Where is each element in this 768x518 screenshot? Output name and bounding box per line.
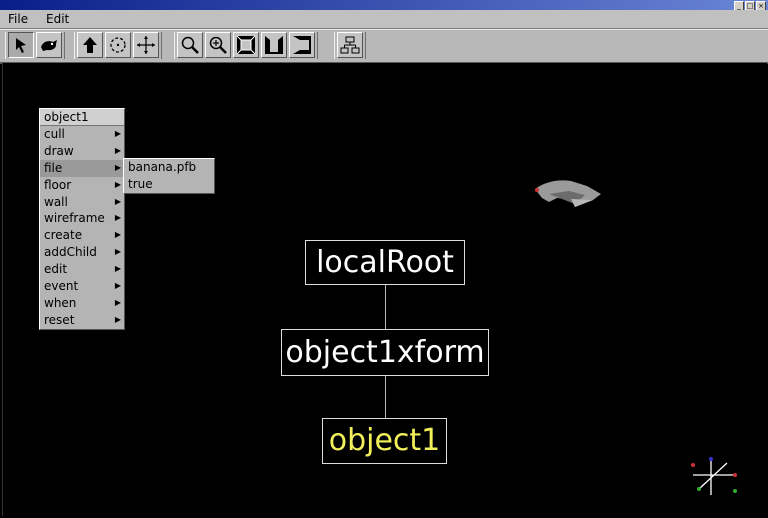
menu-bar: File Edit	[0, 10, 768, 29]
context-menu: object1 cull ▶ draw ▶ file ▶ floor ▶ wall ▶ w…	[39, 108, 125, 330]
title-bar: _ □ ×	[0, 0, 768, 11]
graph-edge	[385, 375, 386, 419]
scene-node-object1xform[interactable]: object1xform	[281, 329, 489, 376]
view-front-button[interactable]	[233, 32, 259, 58]
submenu-item-banana-pfb[interactable]: banana.pfb	[124, 159, 214, 176]
toolbar-group-graph	[334, 32, 366, 59]
menu-item-cull[interactable]: cull ▶	[40, 126, 124, 143]
menu-item-label: reset	[44, 312, 75, 327]
submenu-arrow-icon: ▶	[114, 129, 121, 138]
menu-item-label: wall	[44, 194, 68, 209]
view-perspective-button[interactable]	[261, 32, 287, 58]
select-arrow-icon	[16, 38, 26, 53]
submenu-arrow-icon: ▶	[114, 213, 121, 223]
toolbar-group-navigation-mode	[5, 32, 65, 59]
view-perspective-icon	[265, 36, 283, 54]
menu-edit[interactable]: Edit	[43, 11, 72, 27]
menu-item-create[interactable]: create ▶	[40, 227, 124, 244]
submenu-arrow-icon: ▶	[114, 314, 121, 324]
menu-item-label: cull	[44, 127, 65, 141]
submenu-arrow-icon: ▶	[114, 162, 121, 172]
toolbar-group-view	[174, 32, 318, 59]
menu-item-reset[interactable]: reset ▶	[40, 312, 124, 329]
menu-item-label: when	[44, 295, 77, 310]
scene-graph-icon	[340, 36, 360, 54]
menu-item-draw[interactable]: draw ▶	[40, 143, 124, 160]
axis-gizmo-icon	[691, 457, 737, 495]
menu-item-event[interactable]: event ▶	[40, 278, 124, 295]
toolbar	[0, 29, 768, 64]
submenu-arrow-icon: ▶	[114, 281, 121, 291]
submenu-item-true[interactable]: true	[124, 176, 214, 193]
submenu-arrow-icon: ▶	[114, 230, 121, 240]
scene-node-localroot[interactable]: localRoot	[305, 240, 465, 285]
menu-item-label: file	[44, 160, 63, 175]
fly-icon	[41, 40, 57, 51]
view-front-icon	[236, 35, 256, 55]
fly-tool-button[interactable]	[36, 32, 62, 58]
banana-model[interactable]	[531, 177, 603, 213]
zoom-icon	[181, 36, 199, 54]
menu-item-label: edit	[44, 262, 68, 277]
file-submenu: banana.pfb true	[123, 158, 215, 194]
toolbar-group-transform	[74, 32, 162, 59]
menu-item-addchild[interactable]: addChild ▶	[40, 244, 124, 261]
submenu-arrow-icon: ▶	[114, 264, 121, 274]
scene-graph-button[interactable]	[337, 32, 363, 58]
move-up-button[interactable]	[77, 32, 103, 58]
submenu-arrow-icon: ▶	[114, 297, 121, 307]
zoom-button[interactable]	[177, 32, 203, 58]
rotate-tool-button[interactable]	[105, 32, 131, 58]
view-side-icon	[293, 36, 311, 54]
menu-file[interactable]: File	[5, 11, 31, 27]
menu-item-label: wireframe	[44, 211, 105, 226]
context-menu-title: object1	[40, 109, 124, 126]
scene-node-object1[interactable]: object1	[322, 418, 447, 464]
menu-item-label: addChild	[44, 245, 97, 260]
menu-item-label: event	[44, 279, 79, 294]
menu-item-label: floor	[44, 177, 72, 192]
zoom-in-button[interactable]	[205, 32, 231, 58]
submenu-arrow-icon: ▶	[114, 247, 121, 257]
up-arrow-icon	[83, 37, 97, 53]
menu-item-wireframe[interactable]: wireframe ▶	[40, 210, 124, 227]
menu-item-file[interactable]: file ▶	[40, 159, 124, 177]
pan-tool-button[interactable]	[133, 32, 159, 58]
menu-item-edit[interactable]: edit ▶	[40, 261, 124, 278]
menu-item-label: create	[44, 228, 83, 243]
menu-item-label: draw	[44, 143, 74, 158]
pan-icon	[137, 36, 155, 54]
menu-item-wall[interactable]: wall ▶	[40, 194, 124, 211]
rotate-icon	[110, 37, 126, 53]
view-side-button[interactable]	[289, 32, 315, 58]
select-tool-button[interactable]	[8, 32, 34, 58]
menu-item-floor[interactable]: floor ▶	[40, 177, 124, 194]
submenu-arrow-icon: ▶	[114, 145, 121, 155]
submenu-arrow-icon: ▶	[114, 196, 121, 206]
menu-item-when[interactable]: when ▶	[40, 295, 124, 312]
submenu-arrow-icon: ▶	[114, 179, 121, 189]
graph-edge	[385, 284, 386, 330]
zoom-in-icon	[209, 36, 227, 54]
